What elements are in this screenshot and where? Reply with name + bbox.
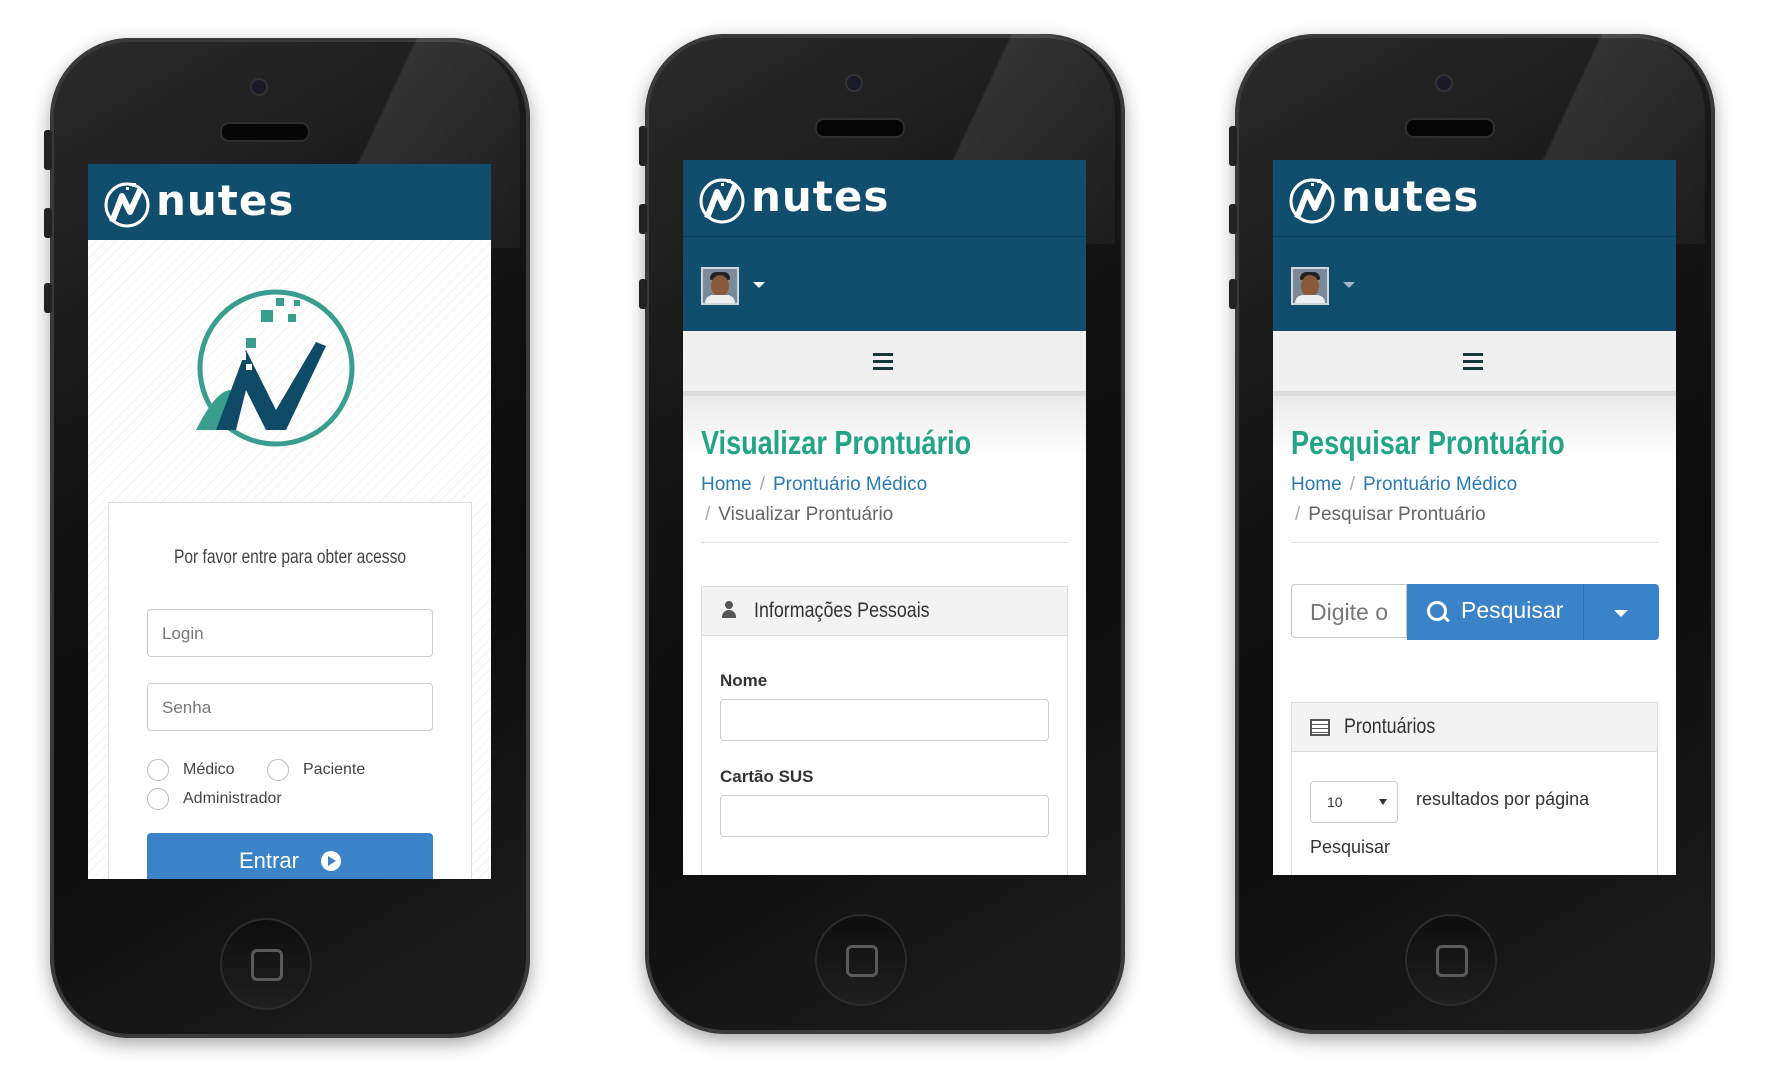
breadcrumb: Home / Prontuário Médico / Pesquisar Prontu… (1291, 474, 1518, 525)
page-size-select[interactable]: 10 (1310, 781, 1398, 823)
nutes-logo-icon (1289, 178, 1335, 224)
cartao-sus-field[interactable] (720, 795, 1049, 837)
nutes-logo-icon (699, 178, 745, 224)
filter-label: Pesquisar (1310, 837, 1391, 857)
radio-paciente[interactable] (267, 759, 289, 781)
entrar-button[interactable]: Entrar (147, 833, 433, 879)
user-menu-caret-icon[interactable] (753, 282, 765, 288)
camera-icon (845, 74, 863, 92)
entrar-label: Entrar (239, 848, 299, 873)
hamburger-menu-icon[interactable] (873, 353, 893, 374)
phone-view: nutes Visualizar Prontuário Home / Prontuá… (639, 34, 1125, 1034)
radio-administrador[interactable] (147, 788, 169, 810)
camera-icon (250, 78, 268, 96)
search-screen: nutes Pesquisar Prontuário Home / Prontuár… (1273, 160, 1676, 875)
nutes-logo-icon (104, 182, 150, 228)
menu-bar (683, 331, 1086, 397)
view-content: Visualizar Prontuário Home / Prontuário Mé… (683, 396, 1086, 875)
nutes-emblem-icon (196, 289, 355, 447)
page-title: Pesquisar Prontuário (1291, 424, 1565, 461)
radio-medico-label: Médico (183, 761, 235, 778)
user-bar (683, 236, 1086, 331)
login-prompt: Por favor entre para obter acesso (173, 547, 407, 568)
cartao-sus-label: Cartão SUS (720, 767, 814, 786)
speaker (1405, 118, 1495, 138)
brand-header: nutes (1273, 160, 1676, 236)
nome-field[interactable] (720, 699, 1049, 741)
camera-icon (1435, 74, 1453, 92)
breadcrumb-current: Visualizar Prontuário (718, 504, 894, 525)
user-avatar[interactable] (701, 267, 739, 305)
select-arrow-icon (1379, 799, 1387, 805)
login-card: Por favor entre para obter acesso Login … (108, 502, 472, 879)
page-title: Visualizar Prontuário (701, 424, 972, 461)
breadcrumb-home[interactable]: Home (701, 474, 752, 495)
radio-administrador-label: Administrador (183, 790, 282, 807)
panel-header: Prontuários (1292, 703, 1657, 752)
login-body: Por favor entre para obter acesso Login … (88, 240, 491, 879)
speaker (815, 118, 905, 138)
panel-header: Informações Pessoais (702, 587, 1067, 636)
play-circle-icon (321, 851, 341, 871)
nome-label: Nome (720, 671, 768, 690)
search-icon-handle (1442, 614, 1450, 623)
pesquisar-button[interactable]: Pesquisar (1407, 584, 1583, 640)
home-button[interactable] (220, 918, 312, 1010)
radio-medico[interactable] (147, 759, 169, 781)
table-icon (1310, 719, 1330, 736)
search-dropdown-toggle[interactable] (1583, 584, 1659, 640)
brand-header: nutes (683, 160, 1086, 236)
brand-name: nutes (751, 172, 890, 221)
breadcrumb: Home / Prontuário Médico / Visualizar Pront… (701, 474, 928, 525)
menu-bar (1273, 331, 1676, 397)
breadcrumb-prontuario[interactable]: Prontuário Médico (1363, 474, 1517, 495)
page-size-label: resultados por página (1416, 789, 1590, 809)
user-avatar[interactable] (1291, 267, 1329, 305)
breadcrumb-prontuario[interactable]: Prontuário Médico (773, 474, 927, 495)
brand-name: nutes (1341, 172, 1480, 221)
hamburger-menu-icon[interactable] (1463, 353, 1483, 374)
login-screen: nutes Por favor entre para obter acesso … (88, 164, 491, 879)
phone-search: nutes Pesquisar Prontuário Home / Prontuár… (1229, 34, 1715, 1034)
page-size-value: 10 (1327, 794, 1343, 810)
login-input[interactable]: Login (147, 609, 433, 657)
user-menu-caret-icon[interactable] (1343, 282, 1355, 288)
prontuarios-panel: Prontuários 10 resultados por página Pes… (1291, 702, 1658, 875)
panel-title: Prontuários (1344, 715, 1436, 738)
panel-title: Informações Pessoais (754, 599, 930, 622)
chevron-down-icon (1614, 610, 1628, 617)
search-input[interactable]: Digite o (1291, 584, 1407, 638)
password-input[interactable]: Senha (147, 683, 433, 731)
home-button[interactable] (815, 914, 907, 1006)
breadcrumb-current: Pesquisar Prontuário (1308, 504, 1486, 525)
search-content: Pesquisar Prontuário Home / Prontuário Méd… (1273, 396, 1676, 875)
home-button[interactable] (1405, 914, 1497, 1006)
radio-paciente-label: Paciente (303, 761, 366, 778)
pesquisar-label: Pesquisar (1461, 597, 1564, 623)
personal-info-panel: Informações Pessoais Nome Cartão SUS (701, 586, 1068, 875)
phone-login: nutes Por favor entre para obter acesso … (44, 38, 530, 1038)
user-bar (1273, 236, 1676, 331)
user-icon (722, 601, 736, 619)
brand-name: nutes (156, 176, 295, 225)
speaker (220, 122, 310, 142)
brand-header: nutes (88, 164, 491, 240)
breadcrumb-home[interactable]: Home (1291, 474, 1342, 495)
view-screen: nutes Visualizar Prontuário Home / Prontuá… (683, 160, 1086, 875)
